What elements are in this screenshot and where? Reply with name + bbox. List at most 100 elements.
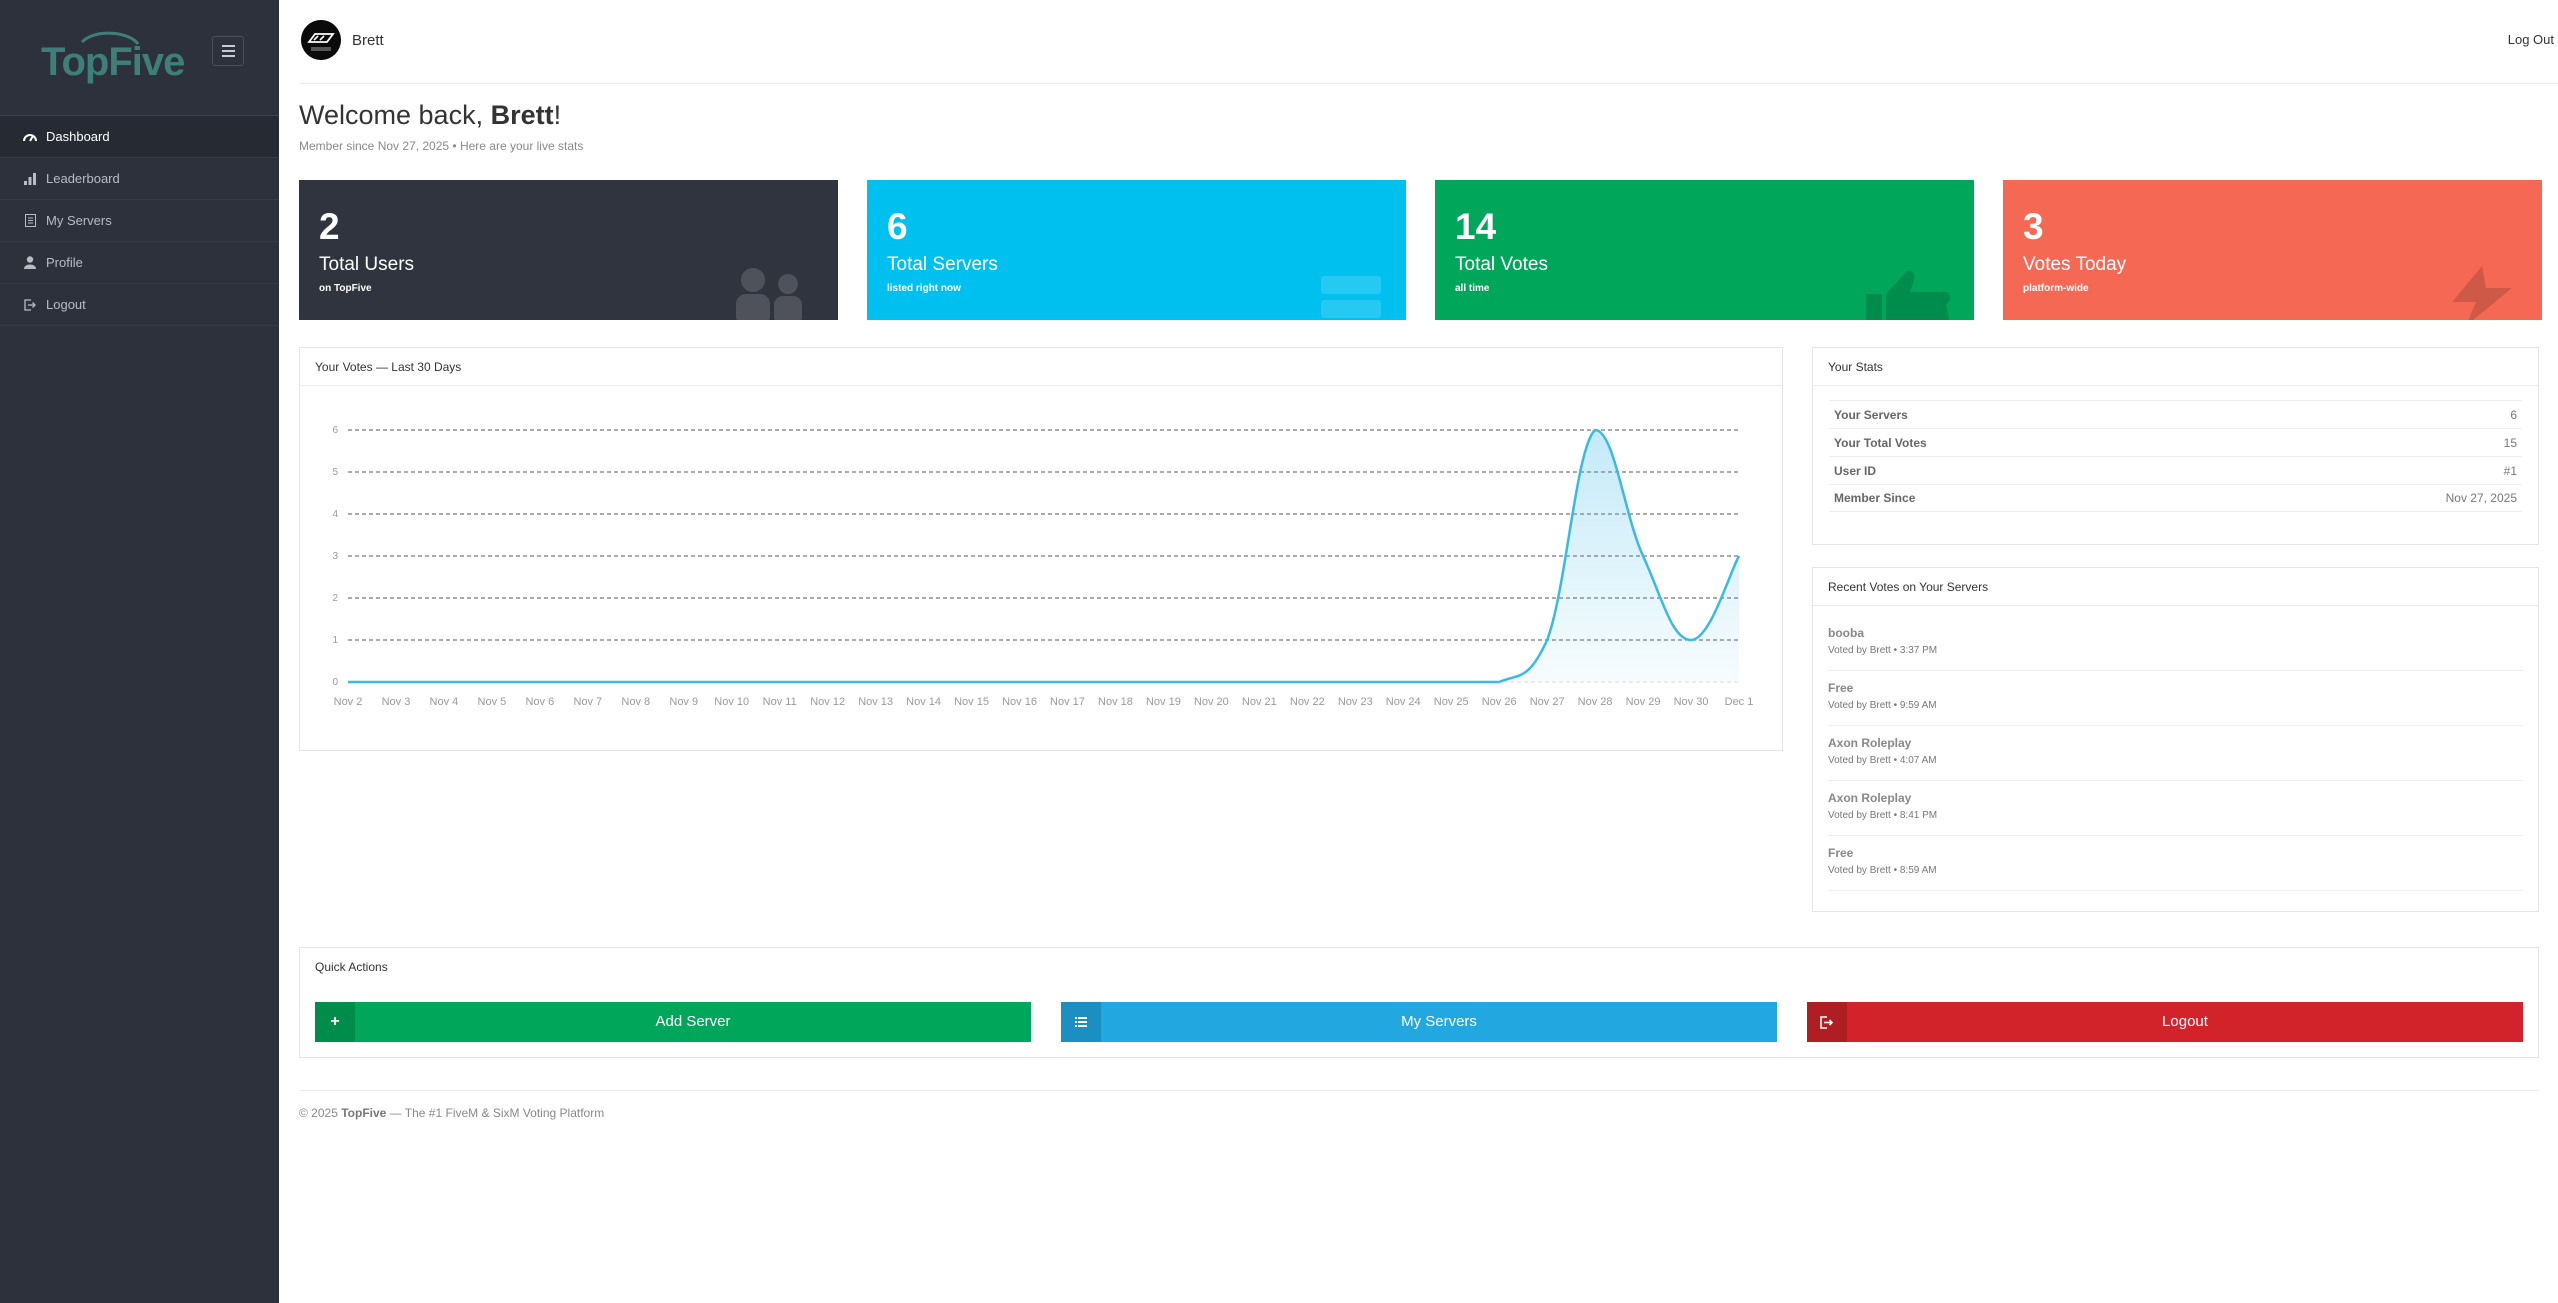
vote-server-name: Free	[1828, 846, 1854, 860]
x-tick-label: Nov 30	[1674, 696, 1709, 708]
stat-sublabel: all time	[1455, 283, 1490, 294]
stats-value: #1	[2503, 463, 2517, 478]
vote-meta: Voted by Brett • 8:41 PM	[1828, 810, 1938, 821]
server-icon	[1321, 276, 1381, 318]
y-tick-label: 5	[332, 467, 338, 478]
hamburger-icon	[221, 45, 235, 47]
menu-toggle-button[interactable]	[212, 36, 244, 66]
stat-value: 2	[319, 206, 340, 247]
x-tick-label: Nov 5	[478, 696, 507, 708]
vote-server-name: Axon Roleplay	[1828, 791, 1912, 805]
x-tick-label: Nov 22	[1290, 696, 1325, 708]
stat-card-total-servers: 6 Total Servers listed right now	[867, 180, 1406, 320]
avatar[interactable]	[301, 20, 341, 60]
logout-button[interactable]: Logout	[1807, 1002, 2523, 1042]
footer-brand: TopFive	[341, 1106, 387, 1120]
x-tick-label: Nov 7	[573, 696, 602, 708]
stats-row-total-votes: Your Total Votes 15	[1829, 428, 2522, 456]
sidebar-item-label: Logout	[46, 297, 86, 312]
logo-text: TopFive	[41, 40, 185, 84]
x-tick-label: Nov 4	[430, 696, 459, 708]
list-item: Free Voted by Brett • 9:59 AM	[1828, 671, 2523, 726]
header-username[interactable]: Brett	[352, 32, 384, 49]
x-tick-label: Nov 8	[621, 696, 650, 708]
y-tick-label: 3	[332, 551, 338, 562]
x-tick-label: Nov 11	[763, 696, 797, 708]
stat-card-total-votes: 14 Total Votes all time	[1435, 180, 1974, 320]
button-label: Add Server	[655, 1013, 731, 1030]
users-icon	[736, 268, 802, 320]
your-stats-title: Your Stats	[1813, 348, 2538, 386]
sidebar-item-label: Dashboard	[46, 129, 110, 144]
quick-actions-title: Quick Actions	[315, 960, 388, 974]
your-stats-panel: Your Stats Your Servers 6 Your Total Vote…	[1812, 347, 2539, 545]
stats-value: Nov 27, 2025	[2445, 491, 2517, 505]
y-tick-label: 0	[332, 677, 338, 688]
sidebar-item-profile[interactable]: Profile	[0, 242, 279, 284]
stats-row-servers: Your Servers 6	[1829, 400, 2522, 428]
footer-suffix: — The #1 FiveM & SixM Voting Platform	[386, 1106, 605, 1120]
top-header: Brett Log Out	[279, 0, 2558, 84]
add-server-button[interactable]: + Add Server	[315, 1002, 1031, 1042]
stat-label: Total Votes	[1455, 254, 1548, 275]
x-tick-label: Nov 21	[1242, 696, 1277, 708]
vote-meta: Voted by Brett • 4:07 AM	[1828, 755, 1937, 766]
button-label: My Servers	[1401, 1013, 1477, 1030]
sidebar: TopFive Dashboard Leaderboard My Servers	[0, 0, 279, 1303]
x-tick-label: Nov 26	[1482, 696, 1517, 708]
y-tick-label: 2	[332, 593, 338, 604]
stat-sublabel: platform-wide	[2023, 283, 2089, 294]
my-servers-button[interactable]: My Servers	[1061, 1002, 1777, 1042]
sidebar-nav: Dashboard Leaderboard My Servers Profile…	[0, 116, 279, 326]
x-tick-label: Nov 15	[954, 696, 989, 708]
quick-actions-panel: Quick Actions + Add Server My Servers Lo…	[299, 947, 2539, 1058]
stats-key: User ID	[1834, 463, 1877, 478]
stat-value: 14	[1455, 206, 1497, 247]
list-item: Free Voted by Brett • 8:59 AM	[1828, 836, 2523, 891]
user-icon	[22, 255, 38, 271]
stats-row-member-since: Member Since Nov 27, 2025	[1829, 484, 2522, 512]
x-tick-label: Nov 17	[1050, 696, 1085, 708]
vote-meta: Voted by Brett • 8:59 AM	[1828, 865, 1937, 876]
x-tick-label: Nov 23	[1338, 696, 1373, 708]
server-list-icon	[22, 213, 38, 229]
welcome-username: Brett	[490, 100, 554, 130]
your-stats-table: Your Servers 6 Your Total Votes 15 User ID…	[1813, 386, 2538, 512]
x-tick-label: Nov 2	[334, 696, 363, 708]
votes-chart-panel: Your Votes — Last 30 Days 0 1 2 3 4 5 6 Nov 2 No…	[299, 347, 1783, 751]
stat-label: Votes Today	[2023, 254, 2127, 275]
page-subtitle: Member since Nov 27, 2025 • Here are you…	[299, 139, 584, 153]
vote-server-name: Free	[1828, 681, 1854, 695]
page-title: Welcome back, Brett!	[299, 100, 561, 131]
x-tick-label: Nov 18	[1098, 696, 1133, 708]
stats-key: Member Since	[1834, 491, 1916, 505]
x-tick-label: Nov 19	[1146, 696, 1181, 708]
vote-meta: Voted by Brett • 9:59 AM	[1828, 700, 1937, 711]
recent-votes-list: booba Voted by Brett • 3:37 PM Free Voted …	[1813, 606, 2538, 891]
y-tick-label: 1	[332, 635, 338, 646]
sidebar-item-label: Leaderboard	[46, 171, 120, 186]
bar-chart-icon	[22, 171, 38, 187]
sidebar-item-leaderboard[interactable]: Leaderboard	[0, 158, 279, 200]
footer-copyright: © 2025 TopFive — The #1 FiveM & SixM Vot…	[299, 1106, 604, 1120]
thumbs-up-icon	[1866, 270, 1951, 320]
speedometer-icon	[22, 129, 38, 145]
stat-sublabel: listed right now	[887, 283, 961, 294]
sign-out-icon	[1807, 1002, 1847, 1042]
y-tick-label: 6	[332, 425, 338, 436]
x-tick-label: Nov 10	[714, 696, 749, 708]
plus-icon: +	[315, 1002, 355, 1042]
bolt-icon	[2452, 266, 2512, 320]
sidebar-item-dashboard[interactable]: Dashboard	[0, 116, 279, 158]
header-logout-link[interactable]: Log Out	[2508, 32, 2554, 47]
sidebar-item-my-servers[interactable]: My Servers	[0, 200, 279, 242]
sidebar-item-logout[interactable]: Logout	[0, 284, 279, 326]
footer-divider	[299, 1090, 2539, 1091]
sidebar-item-label: My Servers	[46, 213, 112, 228]
stat-value: 6	[887, 206, 908, 247]
topfive-logo[interactable]: TopFive	[38, 30, 185, 84]
x-tick-label: Nov 24	[1386, 696, 1421, 708]
list-item: booba Voted by Brett • 3:37 PM	[1828, 616, 2523, 671]
x-tick-label: Nov 6	[525, 696, 554, 708]
welcome-prefix: Welcome back,	[299, 100, 491, 130]
